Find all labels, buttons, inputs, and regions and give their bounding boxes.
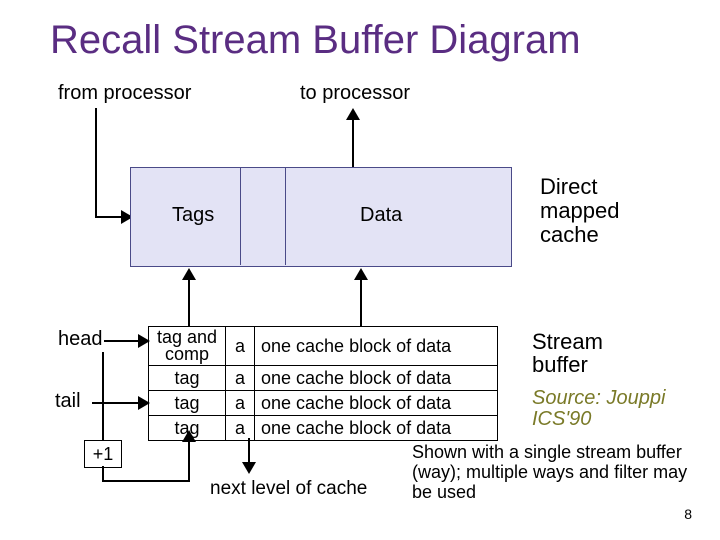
arrow-up-icon [354, 268, 368, 282]
table-row: tag a one cache block of data [149, 391, 498, 416]
stream-buffer-label: Stream buffer [532, 330, 603, 376]
next-level-label: next level of cache [210, 478, 367, 500]
from-proc-line-v [95, 108, 97, 218]
stream-buffer-table: tag and comp a one cache block of data t… [148, 326, 498, 441]
data-label: Data [360, 204, 402, 227]
block-cell: one cache block of data [255, 366, 498, 391]
arrow-down-icon [242, 462, 256, 476]
to-processor-label: to processor [300, 82, 410, 105]
page-title: Recall Stream Buffer Diagram [50, 18, 581, 63]
table-row: tag and comp a one cache block of data [149, 327, 498, 366]
head-to-plusone [102, 352, 104, 440]
tag-comp-cell: tag and comp [149, 327, 226, 366]
a-cell: a [226, 327, 255, 366]
plusone-up [188, 438, 190, 482]
cache-divider-2 [285, 167, 286, 265]
to-proc-line [352, 118, 354, 168]
page-number: 8 [684, 506, 692, 522]
block-cell: one cache block of data [255, 391, 498, 416]
tail-arrow-line [92, 402, 144, 404]
tag-cell: tag [149, 391, 226, 416]
tags-label: Tags [172, 204, 214, 227]
head-label: head [58, 328, 103, 351]
a-cell: a [226, 391, 255, 416]
table-row: tag a one cache block of data [149, 416, 498, 441]
direct-mapped-cache-label: Direct mapped cache [540, 175, 620, 248]
cache-divider-1 [240, 167, 241, 265]
note-text: Shown with a single stream buffer (way);… [412, 443, 702, 502]
plusone-across [102, 480, 190, 482]
arrow-up-icon [346, 108, 360, 122]
block-cell: one cache block of data [255, 327, 498, 366]
from-processor-label: from processor [58, 82, 191, 105]
buf-to-cache-tags-line [188, 278, 190, 326]
block-cell: one cache block of data [255, 416, 498, 441]
source-label: Source: Jouppi ICS'90 [532, 388, 702, 430]
table-row: tag a one cache block of data [149, 366, 498, 391]
tag-cell: tag [149, 366, 226, 391]
plus-one-box: +1 [84, 440, 122, 468]
a-cell: a [226, 366, 255, 391]
a-cell: a [226, 416, 255, 441]
tag-cell: tag [149, 416, 226, 441]
buf-to-cache-data-line [360, 278, 362, 326]
arrow-up-icon [182, 268, 196, 282]
tail-label: tail [55, 390, 81, 413]
